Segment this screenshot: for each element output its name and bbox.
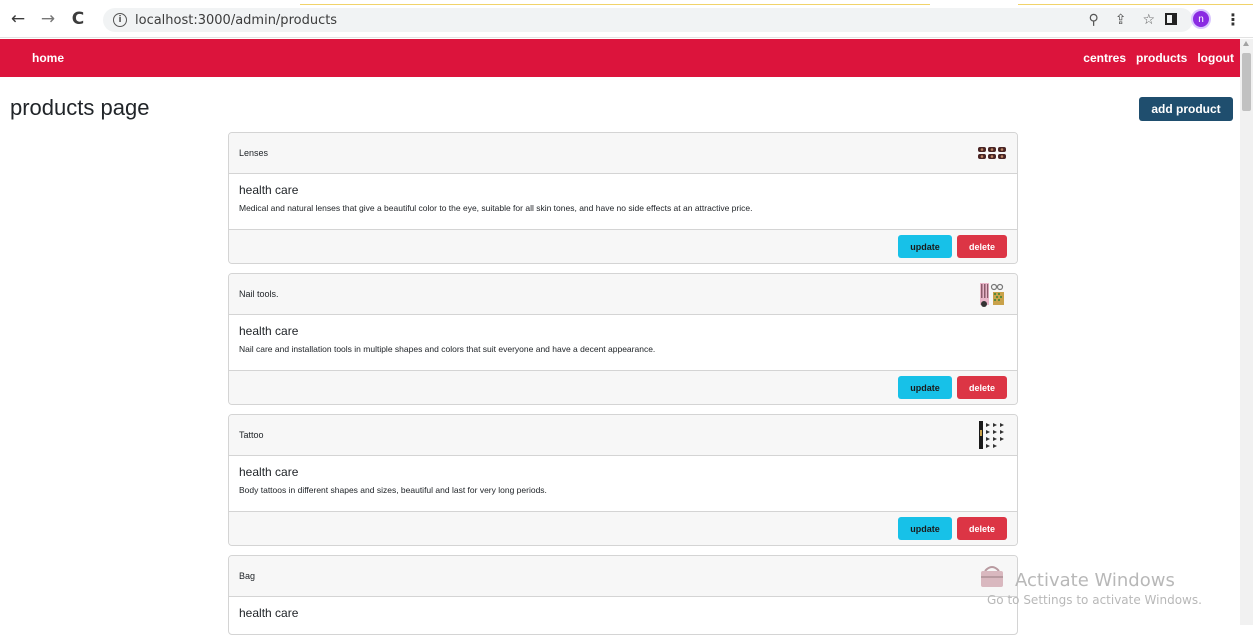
browser-menu-icon[interactable]: ⋮ [1225, 10, 1241, 29]
product-card: Nail tools. health care Nail care and in… [228, 273, 1018, 405]
update-button[interactable]: update [898, 235, 952, 258]
profile-avatar[interactable]: n [1191, 9, 1211, 29]
product-category: health care [239, 465, 299, 479]
product-card: Tattoo health care Body tattoos in diffe… [228, 414, 1018, 546]
delete-button[interactable]: delete [957, 517, 1007, 540]
nav-centres-link[interactable]: centres [1083, 51, 1126, 65]
update-button[interactable]: update [898, 517, 952, 540]
product-name: Bag [239, 571, 256, 581]
bag-thumbnail [981, 566, 1003, 587]
product-card-footer: update delete [229, 370, 1017, 404]
product-card-header: Tattoo [229, 415, 1017, 456]
side-panel-icon[interactable] [1165, 13, 1177, 25]
product-description: Medical and natural lenses that give a b… [239, 203, 753, 213]
product-card-footer: update delete [229, 511, 1017, 545]
product-card-header: Nail tools. [229, 274, 1017, 315]
nav-logout-link[interactable]: logout [1197, 51, 1234, 65]
zoom-icon[interactable]: ⚲ [1088, 12, 1098, 28]
product-category: health care [239, 606, 299, 620]
site-info-icon[interactable]: i [113, 13, 127, 27]
scrollbar-thumb[interactable] [1242, 53, 1251, 111]
scroll-up-arrow-icon[interactable] [1243, 41, 1249, 46]
product-card: Bag health care [228, 555, 1018, 635]
delete-button[interactable]: delete [957, 235, 1007, 258]
browser-toolbar: ← → C i localhost:3000/admin/products ⚲ … [0, 0, 1253, 38]
tab-strip-edge [300, 4, 930, 5]
product-card-body: health care Body tattoos in different sh… [229, 456, 1017, 511]
tattoo-thumbnail [979, 421, 1004, 449]
reload-icon[interactable]: C [68, 9, 88, 29]
nav-home-link[interactable]: home [32, 51, 64, 65]
page-scrollbar[interactable] [1240, 39, 1253, 625]
product-card: Lenses health care Medical and natural l… [228, 132, 1018, 264]
tab-strip-edge [1018, 4, 1253, 5]
product-name: Nail tools. [239, 289, 279, 299]
product-card-footer: update delete [229, 229, 1017, 263]
address-bar[interactable]: i localhost:3000/admin/products [103, 8, 1193, 32]
product-card-body: health care Nail care and installation t… [229, 315, 1017, 370]
back-icon[interactable]: ← [8, 9, 28, 29]
nav-products-link[interactable]: products [1136, 51, 1187, 65]
bookmark-star-icon[interactable]: ☆ [1142, 12, 1155, 28]
product-card-body: health care Medical and natural lenses t… [229, 174, 1017, 229]
watermark-subtitle: Go to Settings to activate Windows. [987, 593, 1202, 607]
page-title: products page [10, 95, 150, 120]
product-description: Body tattoos in different shapes and siz… [239, 485, 547, 495]
forward-icon[interactable]: → [38, 9, 58, 29]
delete-button[interactable]: delete [957, 376, 1007, 399]
share-icon[interactable]: ⇪ [1115, 12, 1127, 28]
lenses-thumbnail [978, 147, 1006, 159]
url-text[interactable]: localhost:3000/admin/products [135, 13, 337, 28]
site-navbar: home centres products logout [0, 39, 1240, 77]
product-name: Tattoo [239, 430, 264, 440]
update-button[interactable]: update [898, 376, 952, 399]
watermark-title: Activate Windows [1015, 570, 1175, 591]
product-card-header: Bag [229, 556, 1017, 597]
product-category: health care [239, 183, 299, 197]
product-card-header: Lenses [229, 133, 1017, 174]
product-card-body: health care [229, 597, 1017, 634]
product-name: Lenses [239, 148, 269, 158]
product-description: Nail care and installation tools in mult… [239, 344, 656, 354]
add-product-button[interactable]: add product [1139, 97, 1233, 121]
nail-tools-thumbnail [980, 283, 1004, 307]
activate-windows-watermark: Activate Windows Go to Settings to activ… [987, 570, 1202, 607]
product-category: health care [239, 324, 299, 338]
